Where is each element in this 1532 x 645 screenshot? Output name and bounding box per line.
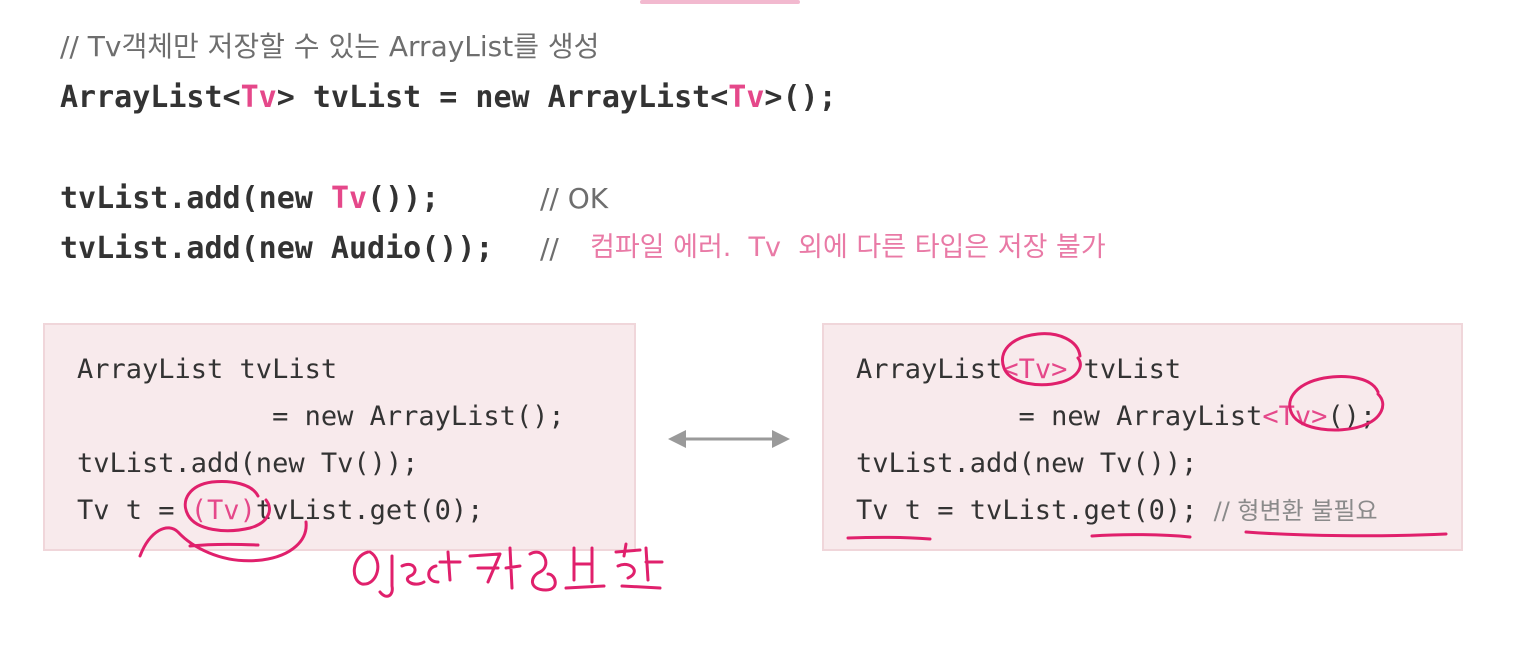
right-line-1-part-2: tvList — [1067, 354, 1182, 385]
left-code-box: ArrayList tvList = new ArrayList(); tvLi… — [43, 323, 636, 551]
decl-type-tv-1: Tv — [240, 80, 277, 115]
error-comment-text: 컴파일 에러. Tv 외에 다른 타입은 저장 불가 — [590, 232, 1106, 263]
declaration-line: ArrayList<Tv> tvList = new ArrayList<Tv>… — [60, 83, 837, 113]
left-line-2: = new ArrayList(); — [77, 401, 565, 432]
add-tv-part-2: ()); — [367, 181, 440, 216]
add-audio-line: tvList.add(new Audio()); — [60, 231, 494, 266]
right-generic-type-2: <Tv> — [1262, 401, 1328, 432]
left-line-4-part-1: Tv t = — [77, 495, 191, 526]
right-line-1: ArrayList<Tv> tvList — [856, 356, 1181, 383]
right-line-2: = new ArrayList<Tv>(); — [856, 401, 1377, 432]
header-comment: // Tv객체만 저장할 수 있는 ArrayList를 생성 — [60, 30, 600, 63]
cast-expression: (Tv) — [190, 495, 256, 526]
decl-part-1: ArrayList< — [60, 80, 241, 115]
add-tv-part-1: tvList.add(new — [60, 181, 331, 216]
left-line-4: Tv t = (Tv)tvList.get(0); — [77, 497, 483, 524]
handwriting-object-mark — [352, 542, 664, 598]
right-line-1-part-1: ArrayList — [856, 354, 1003, 385]
left-line-3: tvList.add(new Tv()); — [77, 448, 419, 479]
decl-part-2: > tvList = new ArrayList< — [276, 80, 729, 115]
right-line-2-part-1: = new ArrayList — [856, 401, 1263, 432]
left-line-4-part-2: tvList.get(0); — [255, 495, 484, 526]
error-comment-slash: // — [540, 232, 559, 265]
top-highlight-mark — [640, 0, 800, 4]
ok-comment: // OK — [540, 182, 609, 215]
right-line-4-code: Tv t = tvList.get(0); — [856, 495, 1214, 526]
decl-part-3: >(); — [764, 80, 837, 115]
left-line-1: ArrayList tvList — [77, 354, 338, 385]
right-line-3: tvList.add(new Tv()); — [856, 448, 1198, 479]
right-line-2-part-2: (); — [1327, 401, 1377, 432]
decl-type-tv-2: Tv — [728, 80, 765, 115]
right-generic-type-1: <Tv> — [1002, 354, 1068, 385]
right-code-box: ArrayList<Tv> tvList = new ArrayList<Tv>… — [822, 323, 1463, 551]
right-line-4-comment: // 형변환 불필요 — [1213, 497, 1378, 525]
add-tv-type: Tv — [330, 181, 368, 216]
right-line-4: Tv t = tvList.get(0); // 형변환 불필요 — [856, 497, 1378, 524]
add-tv-line: tvList.add(new Tv()); — [60, 184, 439, 214]
